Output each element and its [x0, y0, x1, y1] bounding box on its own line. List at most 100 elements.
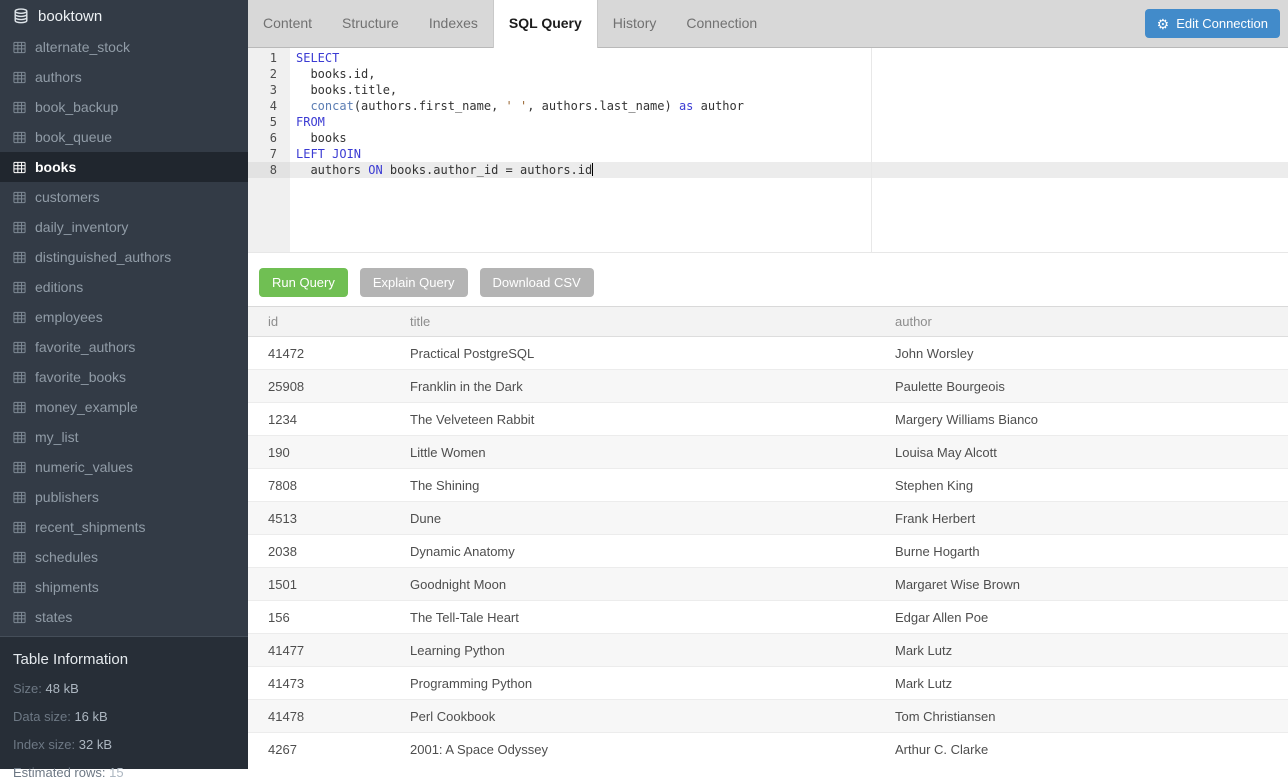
tab-bar-tabs: ContentStructureIndexesSQL QueryHistoryC… — [248, 0, 772, 47]
cell-title: Little Women — [410, 436, 895, 469]
sidebar-item-customers[interactable]: customers — [0, 182, 248, 212]
table-grid-icon — [13, 41, 26, 54]
cell-author: Margaret Wise Brown — [895, 568, 1288, 601]
code-token: ' ' — [506, 99, 528, 113]
code-token: LEFT JOIN — [296, 147, 361, 161]
sidebar-item-favorite-books[interactable]: favorite_books — [0, 362, 248, 392]
sidebar-item-distinguished-authors[interactable]: distinguished_authors — [0, 242, 248, 272]
cell-title: Goodnight Moon — [410, 568, 895, 601]
sidebar-item-authors[interactable]: authors — [0, 62, 248, 92]
code-token — [296, 99, 310, 113]
cell-author: Burne Hogarth — [895, 535, 1288, 568]
sidebar-item-label: distinguished_authors — [35, 249, 171, 265]
cell-title: Practical PostgreSQL — [410, 337, 895, 370]
sidebar-item-recent-shipments[interactable]: recent_shipments — [0, 512, 248, 542]
code-token: ON — [368, 163, 382, 177]
sidebar-item-book-backup[interactable]: book_backup — [0, 92, 248, 122]
cell-author: Frank Herbert — [895, 502, 1288, 535]
sidebar-item-book-queue[interactable]: book_queue — [0, 122, 248, 152]
sidebar-item-label: book_queue — [35, 129, 112, 145]
tab-structure[interactable]: Structure — [327, 0, 414, 47]
table-grid-icon — [13, 161, 26, 174]
cell-title: The Velveteen Rabbit — [410, 403, 895, 436]
edit-connection-button[interactable]: ⚙ Edit Connection — [1145, 9, 1280, 38]
column-header-title[interactable]: title — [410, 307, 895, 337]
table-info-title: Table Information — [13, 651, 235, 668]
sidebar-item-favorite-authors[interactable]: favorite_authors — [0, 332, 248, 362]
cell-id: 41478 — [248, 700, 410, 733]
code-token: author — [693, 99, 744, 113]
table-grid-icon — [13, 461, 26, 474]
run-query-button[interactable]: Run Query — [259, 268, 348, 297]
sidebar-item-money-example[interactable]: money_example — [0, 392, 248, 422]
code-token: books — [296, 131, 347, 145]
database-icon — [13, 8, 29, 24]
sidebar-item-label: book_backup — [35, 99, 118, 115]
cell-title: Dune — [410, 502, 895, 535]
table-grid-icon — [13, 581, 26, 594]
code-line: SELECT — [290, 50, 1288, 66]
sidebar-item-states[interactable]: states — [0, 602, 248, 632]
edit-connection-label: Edit Connection — [1176, 16, 1268, 31]
cell-title: 2001: A Space Odyssey — [410, 733, 895, 766]
table-info-row-size: Size: 48 kB — [13, 681, 235, 696]
sidebar-item-label: states — [35, 609, 72, 625]
download-csv-button[interactable]: Download CSV — [480, 268, 594, 297]
code-line: LEFT JOIN — [290, 146, 1288, 162]
sidebar-item-schedules[interactable]: schedules — [0, 542, 248, 572]
sidebar-item-daily-inventory[interactable]: daily_inventory — [0, 212, 248, 242]
sidebar-item-numeric-values[interactable]: numeric_values — [0, 452, 248, 482]
cell-author: Mark Lutz — [895, 667, 1288, 700]
sidebar-item-label: authors — [35, 69, 82, 85]
code-token: as — [679, 99, 693, 113]
table-grid-icon — [13, 191, 26, 204]
sidebar-item-label: alternate_stock — [35, 39, 130, 55]
table-row: 190Little WomenLouisa May Alcott — [248, 436, 1288, 469]
table-grid-icon — [13, 71, 26, 84]
table-row: 42672001: A Space OdysseyArthur C. Clark… — [248, 733, 1288, 766]
tab-sql-query[interactable]: SQL Query — [493, 0, 598, 48]
cell-title: Learning Python — [410, 634, 895, 667]
table-row: 156The Tell-Tale HeartEdgar Allen Poe — [248, 601, 1288, 634]
info-label: Index size: — [13, 737, 75, 752]
cell-title: Franklin in the Dark — [410, 370, 895, 403]
sidebar-item-employees[interactable]: employees — [0, 302, 248, 332]
info-value: 32 kB — [79, 737, 112, 752]
sidebar-item-alternate-stock[interactable]: alternate_stock — [0, 32, 248, 62]
code-token: books.id, — [296, 67, 375, 81]
sidebar-item-publishers[interactable]: publishers — [0, 482, 248, 512]
sidebar-item-books[interactable]: books — [0, 152, 248, 182]
sql-editor[interactable]: 12345678 SELECT books.id, books.title, c… — [248, 48, 1288, 253]
cell-id: 7808 — [248, 469, 410, 502]
sidebar-item-editions[interactable]: editions — [0, 272, 248, 302]
sidebar-item-label: money_example — [35, 399, 138, 415]
code-line: concat(authors.first_name, ' ', authors.… — [290, 98, 1288, 114]
table-grid-icon — [13, 311, 26, 324]
info-value: 48 kB — [46, 681, 79, 696]
cell-id: 1501 — [248, 568, 410, 601]
column-header-id[interactable]: id — [248, 307, 410, 337]
table-row: 4513DuneFrank Herbert — [248, 502, 1288, 535]
code-token: books.author_id = authors.id — [383, 163, 593, 177]
text-cursor — [592, 163, 593, 176]
cell-id: 41477 — [248, 634, 410, 667]
explain-query-button[interactable]: Explain Query — [360, 268, 468, 297]
tab-content[interactable]: Content — [248, 0, 327, 47]
cell-title: Perl Cookbook — [410, 700, 895, 733]
sidebar-item-shipments[interactable]: shipments — [0, 572, 248, 602]
cell-title: Dynamic Anatomy — [410, 535, 895, 568]
cell-author: Tom Christiansen — [895, 700, 1288, 733]
tab-connection[interactable]: Connection — [671, 0, 772, 47]
column-header-author[interactable]: author — [895, 307, 1288, 337]
table-row: 41472Practical PostgreSQLJohn Worsley — [248, 337, 1288, 370]
sidebar-item-label: schedules — [35, 549, 98, 565]
tab-indexes[interactable]: Indexes — [414, 0, 493, 47]
tab-history[interactable]: History — [598, 0, 672, 47]
line-number: 2 — [248, 66, 290, 82]
info-value: 15 — [109, 765, 123, 780]
table-grid-icon — [13, 431, 26, 444]
sidebar-item-my-list[interactable]: my_list — [0, 422, 248, 452]
sidebar-item-label: books — [35, 159, 76, 175]
info-label: Estimated rows: — [13, 765, 105, 780]
table-row: 2038Dynamic AnatomyBurne Hogarth — [248, 535, 1288, 568]
